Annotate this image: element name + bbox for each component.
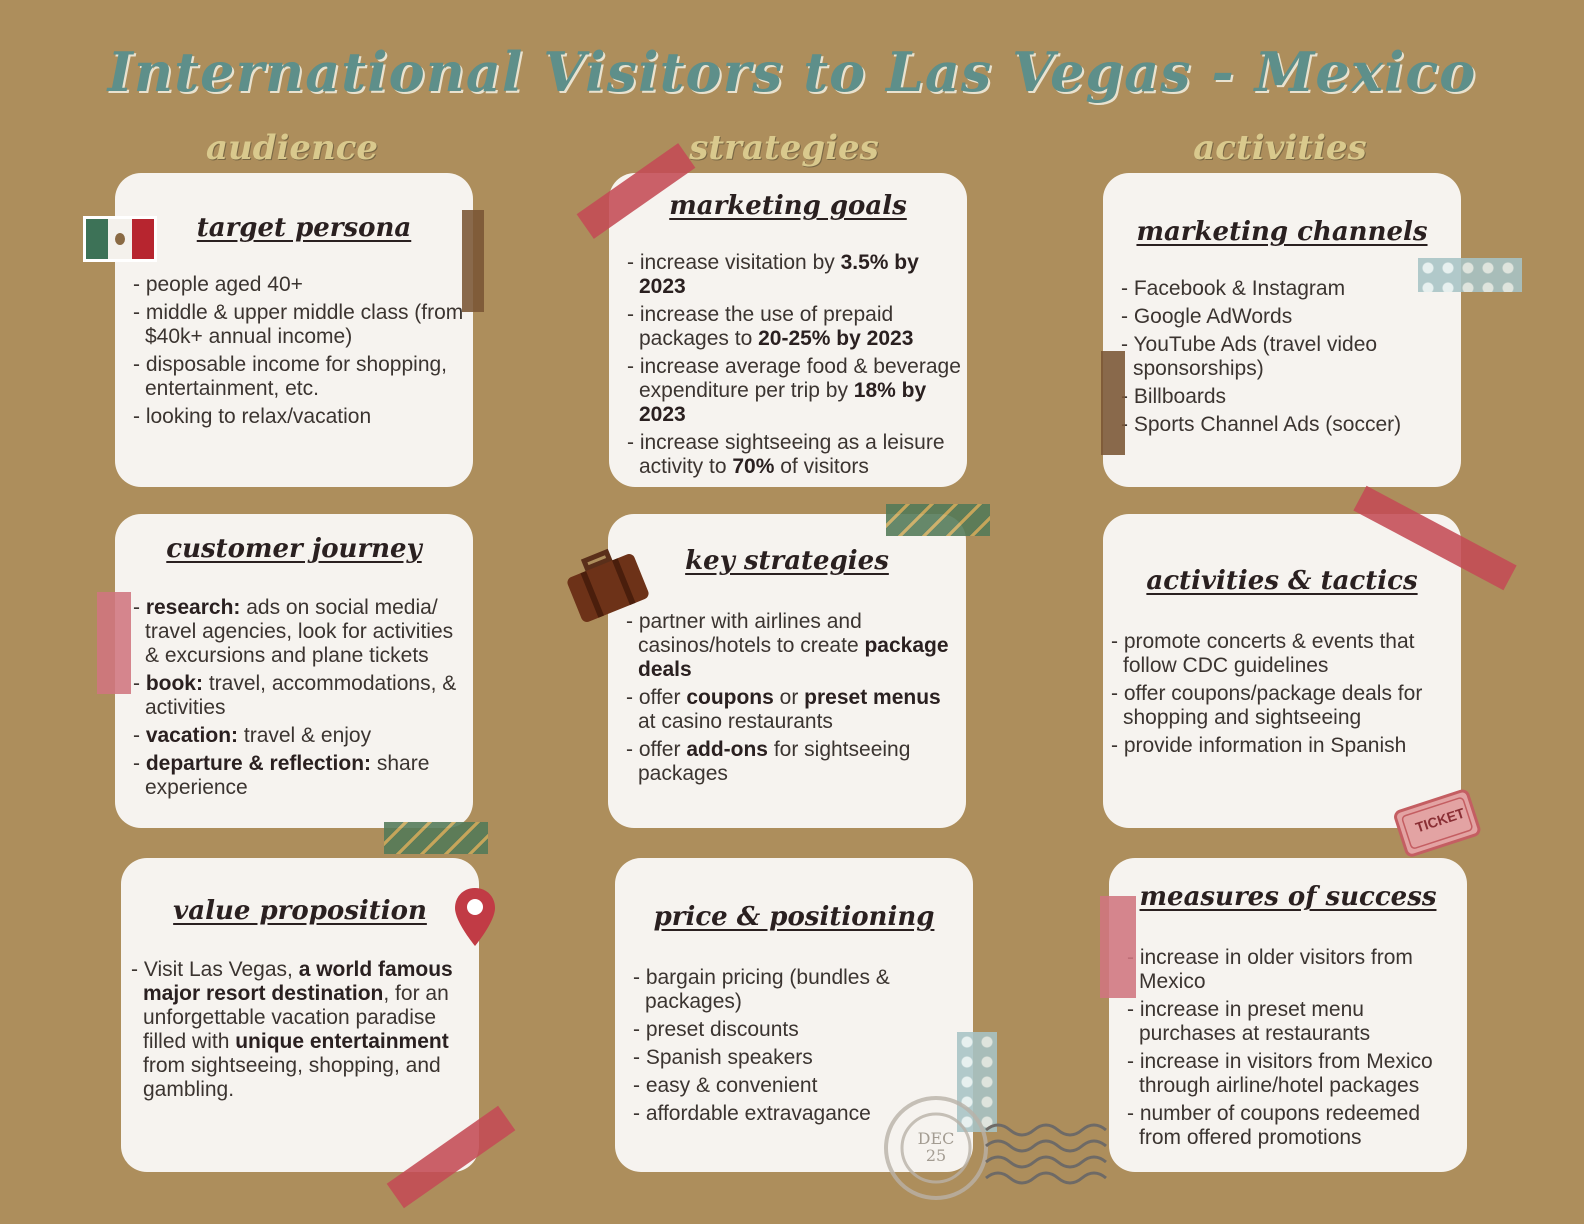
list-item: - Facebook & Instagram — [1121, 277, 1346, 300]
card-marketing-channels: marketing channels - Facebook & Instagra… — [1103, 173, 1461, 487]
card-list: - promote concerts & events that follow … — [1111, 630, 1455, 762]
map-pin-icon — [453, 886, 497, 953]
card-title: customer journey — [166, 534, 422, 564]
card-list: - research: ads on social media/ travel … — [133, 596, 467, 804]
column-heading-activities: activities — [1193, 128, 1367, 168]
list-item: - looking to relax/vacation — [133, 405, 372, 428]
card-measures-of-success: measures of success - increase in older … — [1109, 858, 1467, 1172]
list-item: - offer coupons/package deals for shoppi… — [1111, 682, 1423, 729]
list-item: - Google AdWords — [1121, 305, 1293, 328]
list-item: - number of coupons redeemed from offere… — [1127, 1102, 1421, 1149]
card-title: marketing goals — [669, 191, 907, 221]
list-item: - departure & reflection: share experien… — [133, 752, 430, 799]
card-title: activities & tactics — [1146, 566, 1418, 596]
list-item: - partner with airlines and casinos/hote… — [626, 610, 949, 681]
washi-tape — [97, 592, 131, 694]
list-item: - offer add-ons for sightseeing packages — [626, 738, 911, 785]
list-item: - book: travel, accommodations, & activi… — [133, 672, 457, 719]
list-item: - increase average food & beverage expen… — [627, 355, 961, 426]
washi-tape — [1101, 351, 1125, 455]
card-title: measures of success — [1139, 882, 1437, 912]
washi-tape — [1418, 258, 1522, 292]
washi-tape — [462, 210, 484, 312]
list-item: - bargain pricing (bundles & packages) — [633, 966, 890, 1013]
list-item: - increase the use of prepaid packages t… — [627, 303, 914, 350]
card-key-strategies: key strategies - partner with airlines a… — [608, 514, 966, 828]
list-item: - Billboards — [1121, 385, 1227, 408]
card-list: - people aged 40+ - middle & upper middl… — [133, 273, 467, 433]
card-title: key strategies — [685, 546, 889, 576]
washi-tape — [1100, 896, 1136, 998]
list-item: - increase in older visitors from Mexico — [1127, 946, 1413, 993]
mexico-flag-icon — [83, 216, 157, 267]
page-title: International Visitors to Las Vegas - Me… — [107, 40, 1477, 104]
list-item: - vacation: travel & enjoy — [133, 724, 372, 747]
list-item: - promote concerts & events that follow … — [1111, 630, 1415, 677]
suitcase-icon — [562, 544, 654, 631]
card-title: price & positioning — [653, 902, 935, 932]
list-item: - preset discounts — [633, 1018, 799, 1041]
card-list: - partner with airlines and casinos/hote… — [626, 610, 960, 790]
list-item: - increase in visitors from Mexico throu… — [1127, 1050, 1433, 1097]
card-activities-tactics: activities & tactics - promote concerts … — [1103, 514, 1461, 828]
washi-tape — [384, 822, 488, 854]
list-item: - middle & upper middle class (from $40k… — [133, 301, 464, 348]
card-marketing-goals: marketing goals - increase visitation by… — [609, 173, 967, 487]
list-item: - increase sightseeing as a leisure acti… — [627, 431, 945, 478]
card-title: target persona — [196, 213, 412, 243]
stamp-label: DEC 25 — [917, 1129, 955, 1165]
list-item: - offer coupons or preset menus at casin… — [626, 686, 941, 733]
card-target-persona: target persona - people aged 40+ - middl… — [115, 173, 473, 487]
card-list: - Visit Las Vegas, a world famous major … — [131, 958, 473, 1106]
card-value-proposition: value proposition - Visit Las Vegas, a w… — [121, 858, 479, 1172]
list-item: - Visit Las Vegas, a world famous major … — [131, 958, 453, 1101]
card-list: - Facebook & Instagram - Google AdWords … — [1121, 277, 1455, 441]
list-item: - YouTube Ads (travel video sponsorships… — [1121, 333, 1378, 380]
list-item: - increase visitation by 3.5% by 2023 — [627, 251, 919, 298]
card-list: - increase visitation by 3.5% by 2023 - … — [627, 251, 961, 483]
card-customer-journey: customer journey - research: ads on soci… — [115, 514, 473, 828]
list-item: - increase in preset menu purchases at r… — [1127, 998, 1371, 1045]
column-heading-audience: audience — [205, 128, 379, 168]
card-title: marketing channels — [1136, 217, 1428, 247]
washi-tape — [886, 504, 990, 536]
list-item: - research: ads on social media/ travel … — [133, 596, 454, 667]
list-item: - Spanish speakers — [633, 1046, 813, 1069]
list-item: - disposable income for shopping, entert… — [133, 353, 448, 400]
list-item: - people aged 40+ — [133, 273, 303, 296]
list-item: - Sports Channel Ads (soccer) — [1121, 413, 1402, 436]
card-title: value proposition — [173, 896, 427, 926]
list-item: - provide information in Spanish — [1111, 734, 1407, 757]
card-list: - increase in older visitors from Mexico… — [1127, 946, 1461, 1154]
